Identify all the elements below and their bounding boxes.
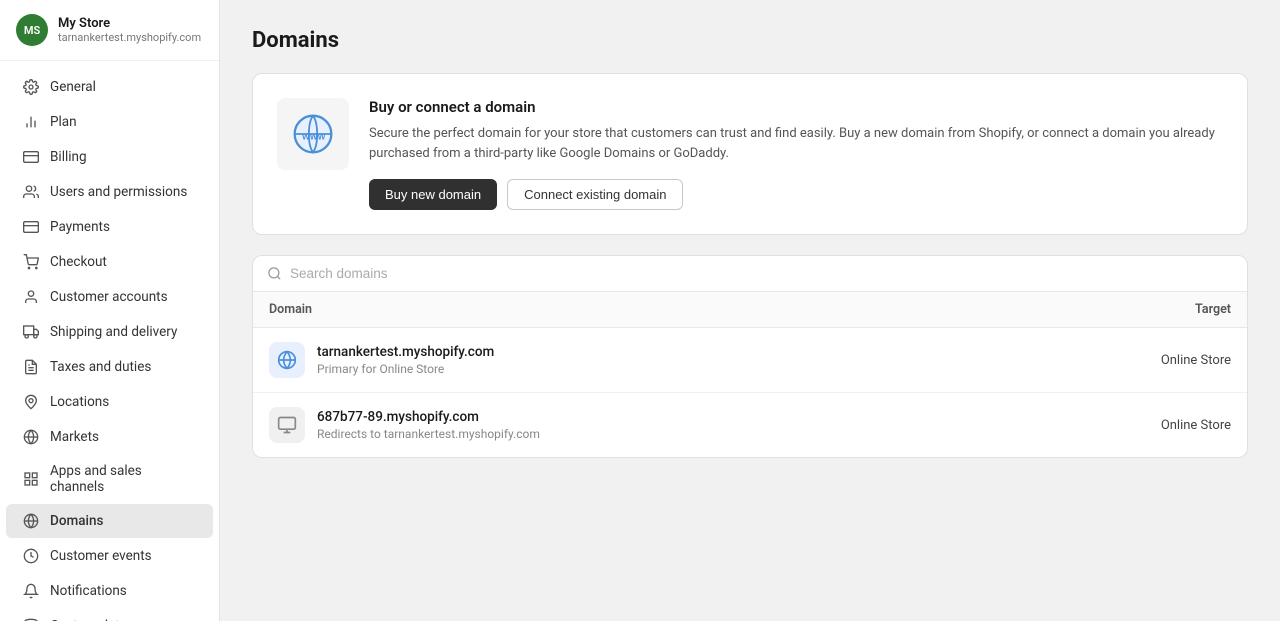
chart-icon [22, 113, 40, 131]
sidebar-item-billing[interactable]: Billing [6, 140, 213, 174]
nav-list: General Plan Billing Users and permissio… [0, 61, 219, 621]
banner-icon-wrap: WWW [277, 98, 349, 170]
search-input[interactable] [290, 266, 1233, 281]
sidebar-item-plan[interactable]: Plan [6, 105, 213, 139]
table-row[interactable]: 687b77-89.myshopify.com Redirects to tar… [253, 393, 1247, 457]
row-domain-sub: Redirects to tarnankertest.myshopify.com [317, 427, 1091, 441]
store-name: My Store [58, 16, 201, 31]
search-bar [253, 256, 1247, 292]
table-header: Domain Target [253, 292, 1247, 328]
sidebar-item-payments[interactable]: Payments [6, 210, 213, 244]
users-icon [22, 183, 40, 201]
row-domain-name: 687b77-89.myshopify.com [317, 409, 1091, 425]
sidebar-item-billing-label: Billing [50, 149, 87, 165]
sidebar-item-shipping[interactable]: Shipping and delivery [6, 315, 213, 349]
markets-icon [22, 428, 40, 446]
payments-icon [22, 218, 40, 236]
store-info: My Store tarnankertest.myshopify.com [58, 16, 201, 44]
sidebar-item-domains[interactable]: Domains [6, 504, 213, 538]
sidebar-item-general[interactable]: General [6, 70, 213, 104]
sidebar-item-taxes[interactable]: Taxes and duties [6, 350, 213, 384]
table-row[interactable]: tarnankertest.myshopify.com Primary for … [253, 328, 1247, 393]
sidebar-item-markets-label: Markets [50, 429, 99, 445]
checkout-icon [22, 253, 40, 271]
custom-data-icon [22, 617, 40, 621]
events-icon [22, 547, 40, 565]
row-icon-secondary [269, 407, 305, 443]
svg-text:WWW: WWW [302, 133, 326, 142]
sidebar-item-customer-accounts-label: Customer accounts [50, 289, 168, 305]
col-domain-header: Domain [269, 302, 1091, 317]
sidebar-item-locations[interactable]: Locations [6, 385, 213, 419]
www-icon: WWW [291, 112, 335, 156]
sidebar-item-notifications[interactable]: Notifications [6, 574, 213, 608]
banner-title: Buy or connect a domain [369, 98, 1223, 116]
sidebar-item-shipping-label: Shipping and delivery [50, 324, 177, 340]
sidebar-item-markets[interactable]: Markets [6, 420, 213, 454]
page-title: Domains [252, 28, 1248, 53]
sidebar-item-users[interactable]: Users and permissions [6, 175, 213, 209]
sidebar-item-checkout[interactable]: Checkout [6, 245, 213, 279]
customer-accounts-icon [22, 288, 40, 306]
notifications-icon [22, 582, 40, 600]
banner-description: Secure the perfect domain for your store… [369, 124, 1223, 163]
buy-new-domain-button[interactable]: Buy new domain [369, 179, 497, 210]
sidebar-item-customer-accounts[interactable]: Customer accounts [6, 280, 213, 314]
domains-icon [22, 512, 40, 530]
sidebar-item-customer-events[interactable]: Customer events [6, 539, 213, 573]
row-domain-info: tarnankertest.myshopify.com Primary for … [317, 344, 1091, 376]
store-header[interactable]: MS My Store tarnankertest.myshopify.com [0, 0, 219, 61]
banner-actions: Buy new domain Connect existing domain [369, 179, 1223, 210]
sidebar-item-plan-label: Plan [50, 114, 77, 130]
banner-content: Buy or connect a domain Secure the perfe… [369, 98, 1223, 210]
sidebar-item-custom-data[interactable]: Custom data [6, 609, 213, 621]
shipping-icon [22, 323, 40, 341]
settings-icon [22, 78, 40, 96]
connect-existing-domain-button[interactable]: Connect existing domain [507, 179, 683, 210]
col-target-header: Target [1091, 302, 1231, 317]
sidebar-item-customer-events-label: Customer events [50, 548, 152, 564]
row-domain-name: tarnankertest.myshopify.com [317, 344, 1091, 360]
billing-icon [22, 148, 40, 166]
sidebar-item-users-label: Users and permissions [50, 184, 187, 200]
taxes-icon [22, 358, 40, 376]
locations-icon [22, 393, 40, 411]
sidebar-item-payments-label: Payments [50, 219, 110, 235]
domain-banner-card: WWW Buy or connect a domain Secure the p… [252, 73, 1248, 235]
sidebar-item-taxes-label: Taxes and duties [50, 359, 151, 375]
apps-icon [22, 470, 40, 488]
sidebar-item-notifications-label: Notifications [50, 583, 127, 599]
row-domain-sub: Primary for Online Store [317, 362, 1091, 376]
sidebar-item-apps-label: Apps and sales channels [50, 463, 197, 495]
search-icon [267, 266, 282, 281]
domains-table-card: Domain Target tarnankertest.myshopify.co… [252, 255, 1248, 458]
sidebar-item-apps[interactable]: Apps and sales channels [6, 455, 213, 503]
main-content: Domains WWW Buy or connect a domain Secu… [220, 0, 1280, 621]
sidebar-item-general-label: General [50, 79, 96, 95]
row-target-value: Online Store [1091, 418, 1231, 433]
sidebar: MS My Store tarnankertest.myshopify.com … [0, 0, 220, 621]
avatar: MS [16, 14, 48, 46]
sidebar-item-locations-label: Locations [50, 394, 109, 410]
row-domain-info: 687b77-89.myshopify.com Redirects to tar… [317, 409, 1091, 441]
row-icon-primary [269, 342, 305, 378]
sidebar-item-domains-label: Domains [50, 513, 103, 529]
sidebar-item-checkout-label: Checkout [50, 254, 107, 270]
store-url: tarnankertest.myshopify.com [58, 31, 201, 44]
row-target-value: Online Store [1091, 353, 1231, 368]
